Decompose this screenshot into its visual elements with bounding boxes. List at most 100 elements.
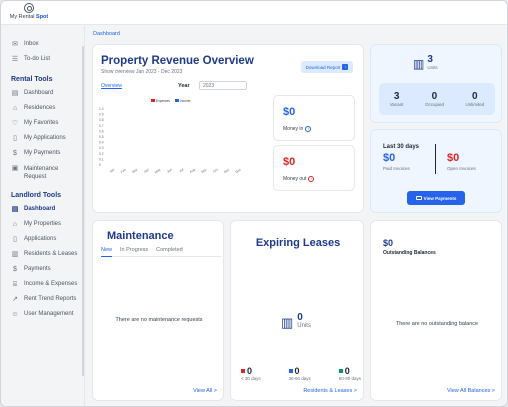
credit-card-icon	[415, 196, 422, 200]
x-tick-label: May	[154, 167, 162, 174]
money-out-label: Money out	[283, 176, 307, 182]
vacant-label: Vacant	[389, 102, 404, 107]
x-tick-label: Jun	[166, 167, 173, 173]
heart-icon: ♡	[11, 120, 19, 127]
sidebar-item-residences[interactable]: ⌂ Residences	[1, 102, 84, 117]
balances-card: $0 Outstanding Balances There are no out…	[370, 220, 502, 401]
sidebar-item-rental-dashboard[interactable]: ▤ Dashboard	[1, 87, 84, 102]
y-tick-label: 0.9	[99, 113, 104, 117]
breadcrumb[interactable]: Dashboard	[93, 31, 120, 37]
x-tick-label: Mar	[131, 167, 139, 174]
revenue-chart: Expenses Income 1.0 0.90.8 0.70.6 0.5 0.40.3 0.…	[99, 99, 242, 174]
sidebar-item-rent-trend-reports[interactable]: ↗ Rent Trend Reports	[1, 293, 84, 308]
mail-icon: ✉	[12, 41, 18, 48]
balances-empty-message: There are no outstanding balance	[395, 321, 479, 327]
units-count: 3	[427, 54, 433, 65]
revenue-card: Property Revenue Overview Show overview …	[92, 44, 364, 213]
x-tick-label: Apr	[143, 167, 150, 174]
x-tick-label: Jan	[109, 167, 116, 173]
home-icon: ⌂	[12, 105, 18, 112]
unlimited-count: 0	[472, 91, 478, 102]
x-tick-label: Nov	[223, 167, 230, 174]
revenue-subtitle: Show overview Jan 2023 - Dec 2023	[101, 69, 183, 75]
app-logo[interactable]: My Rental Spot	[7, 3, 51, 23]
tab-new[interactable]: New	[101, 247, 113, 257]
sidebar-item-favorites[interactable]: ♡ My Favorites	[1, 117, 84, 132]
sidebar-item-income-expenses[interactable]: ⌸ Income & Expenses	[1, 278, 84, 293]
view-all-link[interactable]: View All >	[193, 388, 217, 394]
invoices-period: Last 30 days	[383, 144, 420, 150]
legend-label: Expenses	[156, 99, 170, 103]
y-tick-label: 0.8	[99, 118, 104, 122]
legend-swatch	[175, 99, 179, 102]
view-all-balances-link[interactable]: View All Balances >	[447, 388, 495, 394]
users-icon: ☺	[11, 311, 19, 318]
download-icon: ↓	[342, 64, 349, 70]
legend-label: Income	[180, 99, 191, 103]
y-tick-label: 0.5	[99, 135, 104, 139]
units-stats: 3 Vacant 0 Occupied 0 Unlimited	[379, 83, 495, 115]
bank-icon: ⌸	[12, 281, 18, 288]
sidebar-item-my-payments[interactable]: $ My Payments	[1, 147, 84, 162]
view-payments-button[interactable]: View Payments	[407, 191, 465, 205]
document-icon: ▯	[13, 135, 17, 142]
blue-dot-icon	[288, 369, 293, 373]
money-out-value: $0	[283, 156, 296, 168]
wrench-icon: ▣	[11, 165, 19, 172]
legend-swatch	[151, 99, 155, 102]
open-label: Open Invoices	[447, 166, 476, 171]
occupied-label: Occupied	[424, 102, 444, 107]
dashboard-icon: ▤	[11, 90, 19, 97]
y-tick-label: 0.3	[99, 146, 104, 150]
invoices-card: Last 30 days $0 Paid Invoices $0 Open In…	[370, 129, 502, 213]
y-tick-label: 0.7	[99, 124, 104, 128]
units-label: Units	[427, 65, 438, 70]
sidebar-item-applications[interactable]: ▯ Applications	[1, 233, 84, 248]
green-dot-icon	[338, 369, 343, 373]
dashboard-icon: ▤	[11, 206, 19, 213]
top-bar: My Rental Spot	[1, 1, 507, 25]
sidebar-item-todo[interactable]: ☰ To-do List	[1, 53, 84, 68]
tab-overview[interactable]: Overview	[101, 83, 122, 89]
home-icon: ⌂	[12, 221, 18, 228]
download-report-button[interactable]: Download Report ↓	[301, 61, 353, 73]
building-icon: ▥	[413, 57, 425, 71]
y-tick-label: 0.1	[99, 157, 104, 161]
location-pin-icon	[24, 3, 34, 13]
sidebar-item-landlord-dashboard[interactable]: ▤ Dashboard	[1, 203, 84, 218]
dollar-icon: $	[13, 150, 17, 157]
sidebar-item-maintenance-request[interactable]: ▣ Maintenance Request	[1, 162, 84, 186]
x-tick-label: Jul	[179, 167, 185, 173]
building-icon: ▥	[11, 251, 19, 258]
maintenance-empty-message: There are no maintenance requests	[115, 317, 203, 323]
residents-leases-link[interactable]: Residents & Leases >	[303, 388, 357, 394]
tab-completed[interactable]: Completed	[156, 247, 183, 253]
lease-buckets: 0 < 30 days 0 30-60 days 0 60-90 days	[241, 366, 361, 381]
money-in-value: $0	[283, 106, 296, 118]
tab-in-progress[interactable]: In Progress	[120, 247, 148, 253]
balances-value: $0	[383, 238, 394, 248]
sidebar-item-residents-leases[interactable]: ▥ Residents & Leases	[1, 248, 84, 263]
list-icon: ☰	[11, 56, 19, 63]
x-tick-label: Oct	[212, 168, 219, 174]
invoice-divider	[435, 144, 436, 174]
sidebar-item-user-management[interactable]: ☺ User Management	[1, 308, 84, 323]
bucket-60-label: 30-60 days	[288, 376, 311, 381]
arrow-left-circle-icon: ‹	[308, 176, 315, 182]
units-card: ▥ 3 Units 3 Vacant 0 Occupied 0 Unlimited	[370, 44, 502, 123]
unlimited-label: Unlimited	[465, 102, 485, 107]
sidebar-item-inbox[interactable]: ✉ Inbox	[1, 38, 84, 53]
sidebar-item-my-applications[interactable]: ▯ My Applications	[1, 132, 84, 147]
money-in-label: Money in	[283, 126, 304, 132]
sidebar-scrollbar[interactable]	[82, 46, 84, 376]
leases-units: ▥ 0 Units	[281, 313, 311, 330]
bucket-30-label: < 30 days	[241, 376, 261, 381]
logo-text: My Rental Spot	[9, 14, 49, 20]
year-select[interactable]: 2023	[199, 81, 247, 90]
sidebar-item-payments[interactable]: $ Payments	[1, 263, 84, 278]
x-tick-label: Dec	[235, 167, 242, 174]
bucket-90-count: 0	[344, 366, 350, 376]
leases-units-label: Units	[297, 323, 311, 329]
sidebar-item-my-properties[interactable]: ⌂ My Properties	[1, 218, 84, 233]
app-window: My Rental Spot ✉ Inbox ☰ To-do List Rental…	[0, 0, 508, 407]
